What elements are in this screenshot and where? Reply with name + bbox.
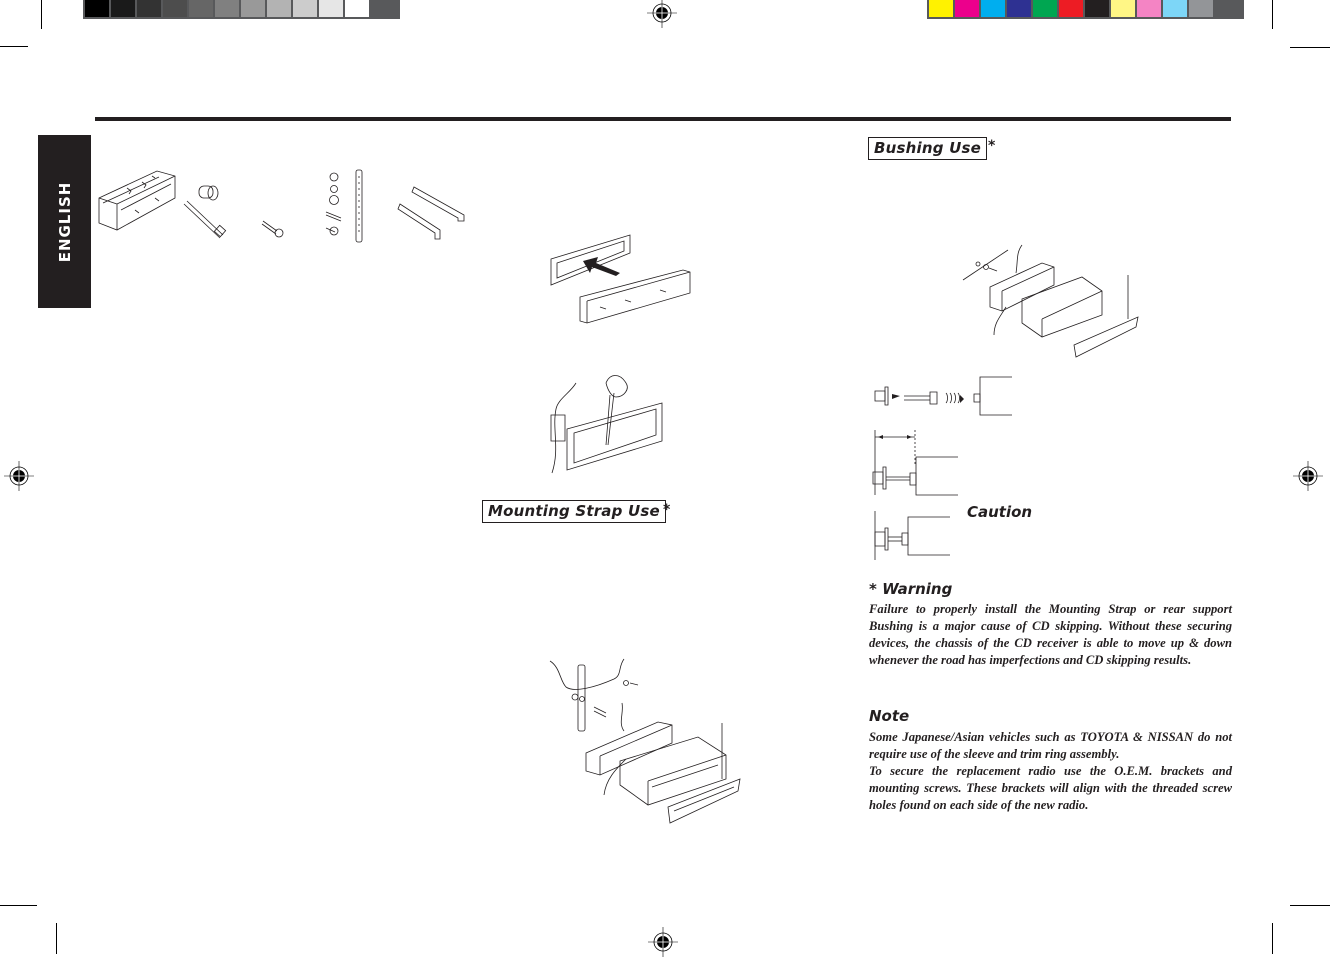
bushing-and-bolt-illustration bbox=[183, 183, 233, 241]
color-swatch bbox=[981, 0, 1005, 17]
header-rule bbox=[95, 117, 1231, 121]
crop-mark bbox=[1272, 923, 1273, 954]
crop-mark bbox=[41, 0, 42, 29]
color-swatch bbox=[1111, 0, 1135, 17]
warning-heading: * Warning bbox=[869, 580, 953, 598]
removal-keys-illustration bbox=[394, 184, 466, 240]
registration-mark-icon bbox=[647, 0, 677, 28]
language-tab-label: ENGLISH bbox=[55, 181, 74, 262]
language-tab: ENGLISH bbox=[38, 135, 91, 308]
color-swatch bbox=[111, 0, 135, 17]
bushing-heading-text: Bushing Use bbox=[874, 139, 981, 157]
note-text-2: To secure the replacement radio use the … bbox=[869, 764, 1232, 812]
warning-text: Failure to properly install the Mounting… bbox=[869, 602, 1232, 667]
note-text-1: Some Japanese/Asian vehicles such as TOY… bbox=[869, 730, 1232, 761]
mounting-strap-marker: * bbox=[663, 502, 671, 518]
registration-mark-icon bbox=[648, 927, 678, 957]
color-swatch bbox=[85, 0, 109, 17]
grayscale-calibration-bar bbox=[83, 0, 400, 19]
color-swatch bbox=[319, 0, 343, 17]
strap-hardware-set-illustration bbox=[323, 168, 373, 246]
note-heading: Note bbox=[869, 707, 910, 725]
color-swatch bbox=[267, 0, 291, 17]
mounting-sleeve-illustration bbox=[97, 168, 177, 238]
registration-mark-icon bbox=[1293, 461, 1323, 491]
color-swatch bbox=[1137, 0, 1161, 17]
color-swatch bbox=[1163, 0, 1187, 17]
mounting-strap-heading-text: Mounting Strap Use bbox=[488, 502, 660, 520]
color-swatch bbox=[345, 0, 369, 17]
color-calibration-bar bbox=[927, 0, 1244, 19]
color-swatch bbox=[1059, 0, 1083, 17]
color-swatch bbox=[1085, 0, 1109, 17]
color-swatch bbox=[955, 0, 979, 17]
bushing-assembly-illustration bbox=[962, 245, 1142, 370]
color-swatch bbox=[163, 0, 187, 17]
crop-mark bbox=[1272, 0, 1273, 29]
crop-mark bbox=[1290, 905, 1330, 906]
registration-mark-icon bbox=[4, 461, 34, 491]
trim-ring-sleeve-illustration bbox=[550, 235, 710, 327]
color-swatch bbox=[929, 0, 953, 17]
color-swatch bbox=[215, 0, 239, 17]
crop-mark bbox=[0, 46, 28, 47]
bending-tabs-illustration bbox=[550, 375, 665, 475]
crop-mark bbox=[56, 923, 57, 954]
color-swatch bbox=[1007, 0, 1031, 17]
crop-mark bbox=[0, 905, 37, 906]
bushing-marker: * bbox=[988, 138, 996, 154]
color-swatch bbox=[189, 0, 213, 17]
bushing-steps-illustration bbox=[870, 375, 1015, 560]
color-swatch bbox=[1189, 0, 1213, 17]
color-swatch bbox=[137, 0, 161, 17]
color-swatch bbox=[1033, 0, 1057, 17]
color-swatch bbox=[293, 0, 317, 17]
mounting-strap-heading: Mounting Strap Use bbox=[482, 500, 666, 523]
crop-mark bbox=[1290, 47, 1330, 48]
bushing-heading: Bushing Use bbox=[868, 137, 987, 160]
screw-illustration bbox=[261, 218, 285, 238]
mounting-strap-assembly-illustration bbox=[550, 655, 740, 835]
color-swatch bbox=[241, 0, 265, 17]
caution-label: Caution bbox=[967, 503, 1033, 521]
